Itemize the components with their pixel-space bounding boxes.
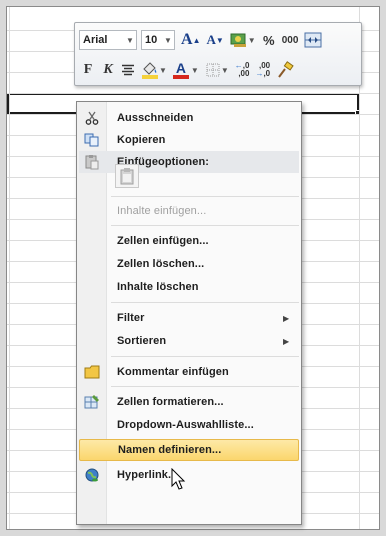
font-size-value: 10 xyxy=(145,34,158,46)
format-cells-icon xyxy=(79,391,105,413)
fill-color-button[interactable]: ▼ xyxy=(139,59,169,81)
menu-item-label: Namen definieren... xyxy=(118,444,222,456)
menu-item-label: Inhalte einfügen... xyxy=(117,205,207,217)
bold-button[interactable]: F xyxy=(79,59,97,81)
context-menu: Ausschneiden Kopieren Einfügeoptionen: I… xyxy=(76,101,302,525)
shrink-font-icon: A xyxy=(206,32,216,47)
format-painter-icon xyxy=(278,61,294,78)
menu-item-label: Kopieren xyxy=(117,134,166,146)
merge-center-button[interactable] xyxy=(302,29,324,51)
currency-format-icon xyxy=(230,33,246,47)
borders-icon xyxy=(206,63,220,77)
menu-item-label: Kommentar einfügen xyxy=(117,366,229,378)
chevron-down-icon: ▼ xyxy=(126,35,134,45)
scissors-icon xyxy=(79,107,105,129)
italic-button[interactable]: K xyxy=(99,59,117,81)
menu-item-copy[interactable]: Kopieren xyxy=(79,129,299,151)
mouse-pointer-icon xyxy=(171,468,186,490)
menu-item-label: Hyperlink... xyxy=(117,469,178,481)
menu-item-label: Zellen formatieren... xyxy=(117,396,224,408)
chevron-down-icon: ▼ xyxy=(164,35,172,45)
menu-separator xyxy=(111,386,299,387)
submenu-arrow-icon: ▶ xyxy=(283,336,290,346)
menu-separator xyxy=(111,196,299,197)
menu-item-label: Ausschneiden xyxy=(117,112,194,124)
font-size-combo[interactable]: 10 ▼ xyxy=(141,30,175,50)
menu-item-label: Zellen löschen... xyxy=(117,258,205,270)
font-color-button[interactable]: A ▼ xyxy=(171,59,201,81)
grow-font-button[interactable]: A ▲ xyxy=(179,29,202,51)
paste-option-button[interactable] xyxy=(115,164,139,188)
menu-item-label: Zellen einfügen... xyxy=(117,235,209,247)
clipboard-icon xyxy=(120,168,134,185)
increase-decimal-icon: ←,0,00 xyxy=(234,61,250,78)
menu-item-paste-special: Inhalte einfügen... xyxy=(79,200,299,222)
italic-icon: K xyxy=(103,62,113,77)
percent-button[interactable]: % xyxy=(260,29,278,51)
menu-separator xyxy=(111,356,299,357)
menu-item-insert-cells[interactable]: Zellen einfügen... xyxy=(79,230,299,252)
thousands-icon: 000 xyxy=(281,34,299,46)
borders-button[interactable]: ▼ xyxy=(203,59,231,81)
decrease-decimal-icon: ,00 →,0 xyxy=(255,61,271,78)
menu-item-filter[interactable]: Filter ▶ xyxy=(79,307,299,329)
menu-header-paste-options: Einfügeoptionen: xyxy=(79,151,299,173)
shrink-font-button[interactable]: A ▼ xyxy=(204,29,225,51)
align-center-icon xyxy=(122,64,134,76)
grow-font-icon: A xyxy=(181,31,193,48)
number-format-button[interactable]: ▼ xyxy=(228,29,258,51)
bold-icon: F xyxy=(83,62,93,77)
menu-item-sort[interactable]: Sortieren ▶ xyxy=(79,330,299,352)
paste-icon xyxy=(79,151,105,173)
font-color-icon: A xyxy=(175,59,186,76)
percent-icon: % xyxy=(262,32,275,48)
menu-item-clear-contents[interactable]: Inhalte löschen xyxy=(79,276,299,298)
thousands-separator-button[interactable]: 000 xyxy=(280,29,301,51)
fill-handle[interactable] xyxy=(355,110,361,116)
menu-item-dropdown-list[interactable]: Dropdown-Auswahlliste... xyxy=(79,414,299,436)
submenu-arrow-icon: ▶ xyxy=(283,313,290,323)
menu-item-delete-cells[interactable]: Zellen löschen... xyxy=(79,253,299,275)
menu-item-format-cells[interactable]: Zellen formatieren... xyxy=(79,391,299,413)
mini-toolbar: Arial ▼ 10 ▼ A ▲ A ▼ ▼ % 000 F K ▼ A ▼ ▼… xyxy=(74,22,362,86)
increase-decimal-button[interactable]: ←,0,00 xyxy=(233,59,252,81)
menu-separator xyxy=(111,302,299,303)
center-align-button[interactable] xyxy=(119,59,137,81)
menu-item-label: Filter xyxy=(117,312,145,324)
merge-cells-icon xyxy=(304,32,322,48)
menu-item-define-name[interactable]: Namen definieren... xyxy=(79,439,299,461)
font-name-combo[interactable]: Arial ▼ xyxy=(79,30,137,50)
copy-icon xyxy=(79,129,105,151)
menu-separator xyxy=(111,225,299,226)
fill-bucket-icon xyxy=(142,62,158,79)
hyperlink-globe-icon xyxy=(79,464,105,486)
grid-column-line xyxy=(9,7,10,529)
grid-row-line xyxy=(7,93,379,94)
menu-item-insert-comment[interactable]: Kommentar einfügen xyxy=(79,361,299,383)
format-painter-button[interactable] xyxy=(274,59,296,81)
menu-item-hyperlink[interactable]: Hyperlink... xyxy=(79,464,299,486)
menu-item-label: Sortieren xyxy=(117,335,167,347)
comment-icon xyxy=(79,361,105,383)
menu-item-label: Dropdown-Auswahlliste... xyxy=(117,419,254,431)
font-name-value: Arial xyxy=(83,34,108,46)
decrease-decimal-button[interactable]: ,00 →,0 xyxy=(253,59,272,81)
menu-item-cut[interactable]: Ausschneiden xyxy=(79,107,299,129)
menu-item-label: Inhalte löschen xyxy=(117,281,199,293)
